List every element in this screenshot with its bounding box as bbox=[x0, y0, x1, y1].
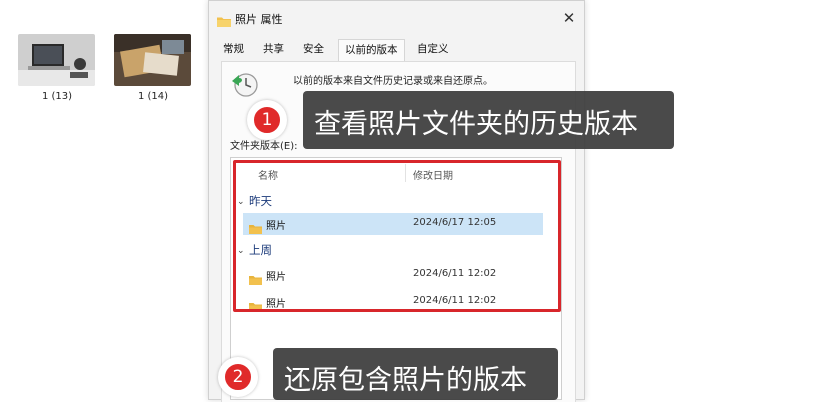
highlight-frame bbox=[233, 160, 561, 312]
thumbnail-1-14[interactable] bbox=[114, 34, 191, 86]
callout-text: 查看照片文件夹的历史版本 bbox=[314, 109, 638, 140]
tab-general[interactable]: 常规 bbox=[223, 41, 244, 56]
dialog-title: 照片 属性 bbox=[235, 13, 283, 26]
tab-sharing[interactable]: 共享 bbox=[263, 41, 284, 56]
history-icon bbox=[230, 71, 260, 99]
title-bar[interactable]: 照片 属性 ✕ bbox=[209, 1, 584, 35]
thumbnail-label: 1 (14) bbox=[137, 91, 169, 102]
tab-customize[interactable]: 自定义 bbox=[417, 41, 449, 56]
step-badge-2: 2 bbox=[223, 362, 253, 392]
callout-1: 查看照片文件夹的历史版本 bbox=[303, 91, 674, 149]
tab-security[interactable]: 安全 bbox=[303, 41, 324, 56]
description-text: 以前的版本来自文件历史记录或来自还原点。 bbox=[293, 76, 493, 87]
thumbnail-label: 1 (13) bbox=[41, 91, 73, 102]
close-icon[interactable]: ✕ bbox=[560, 9, 578, 27]
callout-2: 还原包含照片的版本 bbox=[273, 348, 558, 400]
callout-text: 还原包含照片的版本 bbox=[284, 365, 527, 396]
folder-icon bbox=[217, 12, 231, 27]
thumbnail-1-13[interactable] bbox=[18, 34, 95, 86]
tab-previous-versions[interactable]: 以前的版本 bbox=[338, 39, 405, 61]
step-badge-1: 1 bbox=[252, 105, 282, 135]
